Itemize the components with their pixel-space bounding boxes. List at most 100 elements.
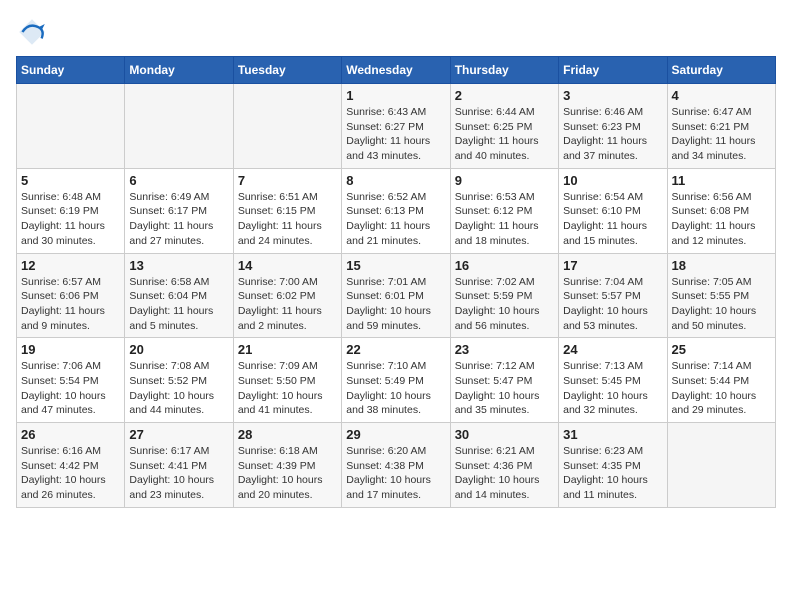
day-info: Sunrise: 6:52 AM Sunset: 6:13 PM Dayligh… xyxy=(346,190,445,249)
weekday-header: Tuesday xyxy=(233,57,341,84)
logo xyxy=(16,16,52,48)
day-number: 15 xyxy=(346,258,445,273)
calendar-cell: 10 Sunrise: 6:54 AM Sunset: 6:10 PM Dayli… xyxy=(559,168,667,253)
calendar-cell: 26Sunrise: 6:16 AM Sunset: 4:42 PM Dayli… xyxy=(17,423,125,508)
calendar-cell: 16Sunrise: 7:02 AM Sunset: 5:59 PM Dayli… xyxy=(450,253,558,338)
day-info: Sunrise: 7:06 AM Sunset: 5:54 PM Dayligh… xyxy=(21,359,120,418)
day-number: 17 xyxy=(563,258,662,273)
day-number: 28 xyxy=(238,427,337,442)
calendar-cell: 8Sunrise: 6:52 AM Sunset: 6:13 PM Daylig… xyxy=(342,168,450,253)
day-info: Sunrise: 6:17 AM Sunset: 4:41 PM Dayligh… xyxy=(129,444,228,503)
calendar-week-row: 12 Sunrise: 6:57 AM Sunset: 6:06 PM Dayli… xyxy=(17,253,776,338)
day-info: Sunrise: 6:49 AM Sunset: 6:17 PM Dayligh… xyxy=(129,190,228,249)
calendar-cell: 1 Sunrise: 6:43 AM Sunset: 6:27 PM Daylig… xyxy=(342,84,450,169)
day-info: Sunrise: 7:10 AM Sunset: 5:49 PM Dayligh… xyxy=(346,359,445,418)
calendar-cell: 15 Sunrise: 7:01 AM Sunset: 6:01 PM Dayli… xyxy=(342,253,450,338)
calendar-cell: 25 Sunrise: 7:14 AM Sunset: 5:44 PM Dayli… xyxy=(667,338,775,423)
calendar-cell: 3 Sunrise: 6:46 AM Sunset: 6:23 PM Daylig… xyxy=(559,84,667,169)
day-info: Sunrise: 6:43 AM Sunset: 6:27 PM Dayligh… xyxy=(346,105,445,164)
day-info: Sunrise: 6:58 AM Sunset: 6:04 PM Dayligh… xyxy=(129,275,228,334)
weekday-header: Wednesday xyxy=(342,57,450,84)
day-info: Sunrise: 6:54 AM Sunset: 6:10 PM Dayligh… xyxy=(563,190,662,249)
calendar-cell: 7 Sunrise: 6:51 AM Sunset: 6:15 PM Daylig… xyxy=(233,168,341,253)
calendar-cell: 14 Sunrise: 7:00 AM Sunset: 6:02 PM Dayli… xyxy=(233,253,341,338)
day-number: 1 xyxy=(346,88,445,103)
day-info: Sunrise: 7:01 AM Sunset: 6:01 PM Dayligh… xyxy=(346,275,445,334)
calendar-cell: 2 Sunrise: 6:44 AM Sunset: 6:25 PM Daylig… xyxy=(450,84,558,169)
day-number: 14 xyxy=(238,258,337,273)
calendar-cell: 24 Sunrise: 7:13 AM Sunset: 5:45 PM Dayli… xyxy=(559,338,667,423)
calendar-cell: 20 Sunrise: 7:08 AM Sunset: 5:52 PM Dayli… xyxy=(125,338,233,423)
calendar-week-row: 1 Sunrise: 6:43 AM Sunset: 6:27 PM Daylig… xyxy=(17,84,776,169)
calendar-cell xyxy=(667,423,775,508)
calendar-header: SundayMondayTuesdayWednesdayThursdayFrid… xyxy=(17,57,776,84)
calendar-cell: 18Sunrise: 7:05 AM Sunset: 5:55 PM Dayli… xyxy=(667,253,775,338)
calendar-cell xyxy=(125,84,233,169)
calendar-cell: 12 Sunrise: 6:57 AM Sunset: 6:06 PM Dayli… xyxy=(17,253,125,338)
day-info: Sunrise: 7:00 AM Sunset: 6:02 PM Dayligh… xyxy=(238,275,337,334)
day-info: Sunrise: 7:05 AM Sunset: 5:55 PM Dayligh… xyxy=(672,275,771,334)
day-info: Sunrise: 6:53 AM Sunset: 6:12 PM Dayligh… xyxy=(455,190,554,249)
calendar-cell xyxy=(233,84,341,169)
calendar-week-row: 5 Sunrise: 6:48 AM Sunset: 6:19 PM Daylig… xyxy=(17,168,776,253)
day-info: Sunrise: 7:09 AM Sunset: 5:50 PM Dayligh… xyxy=(238,359,337,418)
day-number: 31 xyxy=(563,427,662,442)
day-number: 12 xyxy=(21,258,120,273)
day-info: Sunrise: 6:56 AM Sunset: 6:08 PM Dayligh… xyxy=(672,190,771,249)
day-number: 11 xyxy=(672,173,771,188)
calendar-cell xyxy=(17,84,125,169)
calendar-cell: 17 Sunrise: 7:04 AM Sunset: 5:57 PM Dayli… xyxy=(559,253,667,338)
day-number: 22 xyxy=(346,342,445,357)
day-number: 2 xyxy=(455,88,554,103)
day-number: 24 xyxy=(563,342,662,357)
calendar-cell: 4 Sunrise: 6:47 AM Sunset: 6:21 PM Daylig… xyxy=(667,84,775,169)
calendar-cell: 28 Sunrise: 6:18 AM Sunset: 4:39 PM Dayli… xyxy=(233,423,341,508)
day-number: 7 xyxy=(238,173,337,188)
calendar-cell: 21 Sunrise: 7:09 AM Sunset: 5:50 PM Dayli… xyxy=(233,338,341,423)
day-number: 30 xyxy=(455,427,554,442)
day-info: Sunrise: 6:47 AM Sunset: 6:21 PM Dayligh… xyxy=(672,105,771,164)
day-number: 10 xyxy=(563,173,662,188)
day-info: Sunrise: 7:08 AM Sunset: 5:52 PM Dayligh… xyxy=(129,359,228,418)
logo-icon xyxy=(16,16,48,48)
day-info: Sunrise: 6:51 AM Sunset: 6:15 PM Dayligh… xyxy=(238,190,337,249)
day-info: Sunrise: 6:48 AM Sunset: 6:19 PM Dayligh… xyxy=(21,190,120,249)
day-number: 3 xyxy=(563,88,662,103)
calendar-cell: 27Sunrise: 6:17 AM Sunset: 4:41 PM Dayli… xyxy=(125,423,233,508)
calendar-cell: 5 Sunrise: 6:48 AM Sunset: 6:19 PM Daylig… xyxy=(17,168,125,253)
day-number: 16 xyxy=(455,258,554,273)
weekday-header: Sunday xyxy=(17,57,125,84)
calendar-week-row: 19Sunrise: 7:06 AM Sunset: 5:54 PM Dayli… xyxy=(17,338,776,423)
day-number: 25 xyxy=(672,342,771,357)
calendar-table: SundayMondayTuesdayWednesdayThursdayFrid… xyxy=(16,56,776,508)
day-number: 29 xyxy=(346,427,445,442)
calendar-cell: 6Sunrise: 6:49 AM Sunset: 6:17 PM Daylig… xyxy=(125,168,233,253)
day-info: Sunrise: 6:57 AM Sunset: 6:06 PM Dayligh… xyxy=(21,275,120,334)
calendar-cell: 22 Sunrise: 7:10 AM Sunset: 5:49 PM Dayli… xyxy=(342,338,450,423)
calendar-cell: 29 Sunrise: 6:20 AM Sunset: 4:38 PM Dayli… xyxy=(342,423,450,508)
day-number: 4 xyxy=(672,88,771,103)
day-number: 21 xyxy=(238,342,337,357)
calendar-cell: 9 Sunrise: 6:53 AM Sunset: 6:12 PM Daylig… xyxy=(450,168,558,253)
page-header xyxy=(16,16,776,48)
day-info: Sunrise: 6:23 AM Sunset: 4:35 PM Dayligh… xyxy=(563,444,662,503)
calendar-cell: 19Sunrise: 7:06 AM Sunset: 5:54 PM Dayli… xyxy=(17,338,125,423)
calendar-cell: 30Sunrise: 6:21 AM Sunset: 4:36 PM Dayli… xyxy=(450,423,558,508)
calendar-cell: 31 Sunrise: 6:23 AM Sunset: 4:35 PM Dayli… xyxy=(559,423,667,508)
day-info: Sunrise: 7:12 AM Sunset: 5:47 PM Dayligh… xyxy=(455,359,554,418)
day-info: Sunrise: 6:20 AM Sunset: 4:38 PM Dayligh… xyxy=(346,444,445,503)
day-info: Sunrise: 7:04 AM Sunset: 5:57 PM Dayligh… xyxy=(563,275,662,334)
day-info: Sunrise: 6:44 AM Sunset: 6:25 PM Dayligh… xyxy=(455,105,554,164)
day-number: 13 xyxy=(129,258,228,273)
day-number: 26 xyxy=(21,427,120,442)
day-number: 20 xyxy=(129,342,228,357)
day-number: 5 xyxy=(21,173,120,188)
day-info: Sunrise: 7:13 AM Sunset: 5:45 PM Dayligh… xyxy=(563,359,662,418)
weekday-header: Friday xyxy=(559,57,667,84)
day-info: Sunrise: 7:14 AM Sunset: 5:44 PM Dayligh… xyxy=(672,359,771,418)
weekday-header: Saturday xyxy=(667,57,775,84)
weekday-header: Thursday xyxy=(450,57,558,84)
day-number: 9 xyxy=(455,173,554,188)
day-info: Sunrise: 6:46 AM Sunset: 6:23 PM Dayligh… xyxy=(563,105,662,164)
day-info: Sunrise: 6:18 AM Sunset: 4:39 PM Dayligh… xyxy=(238,444,337,503)
